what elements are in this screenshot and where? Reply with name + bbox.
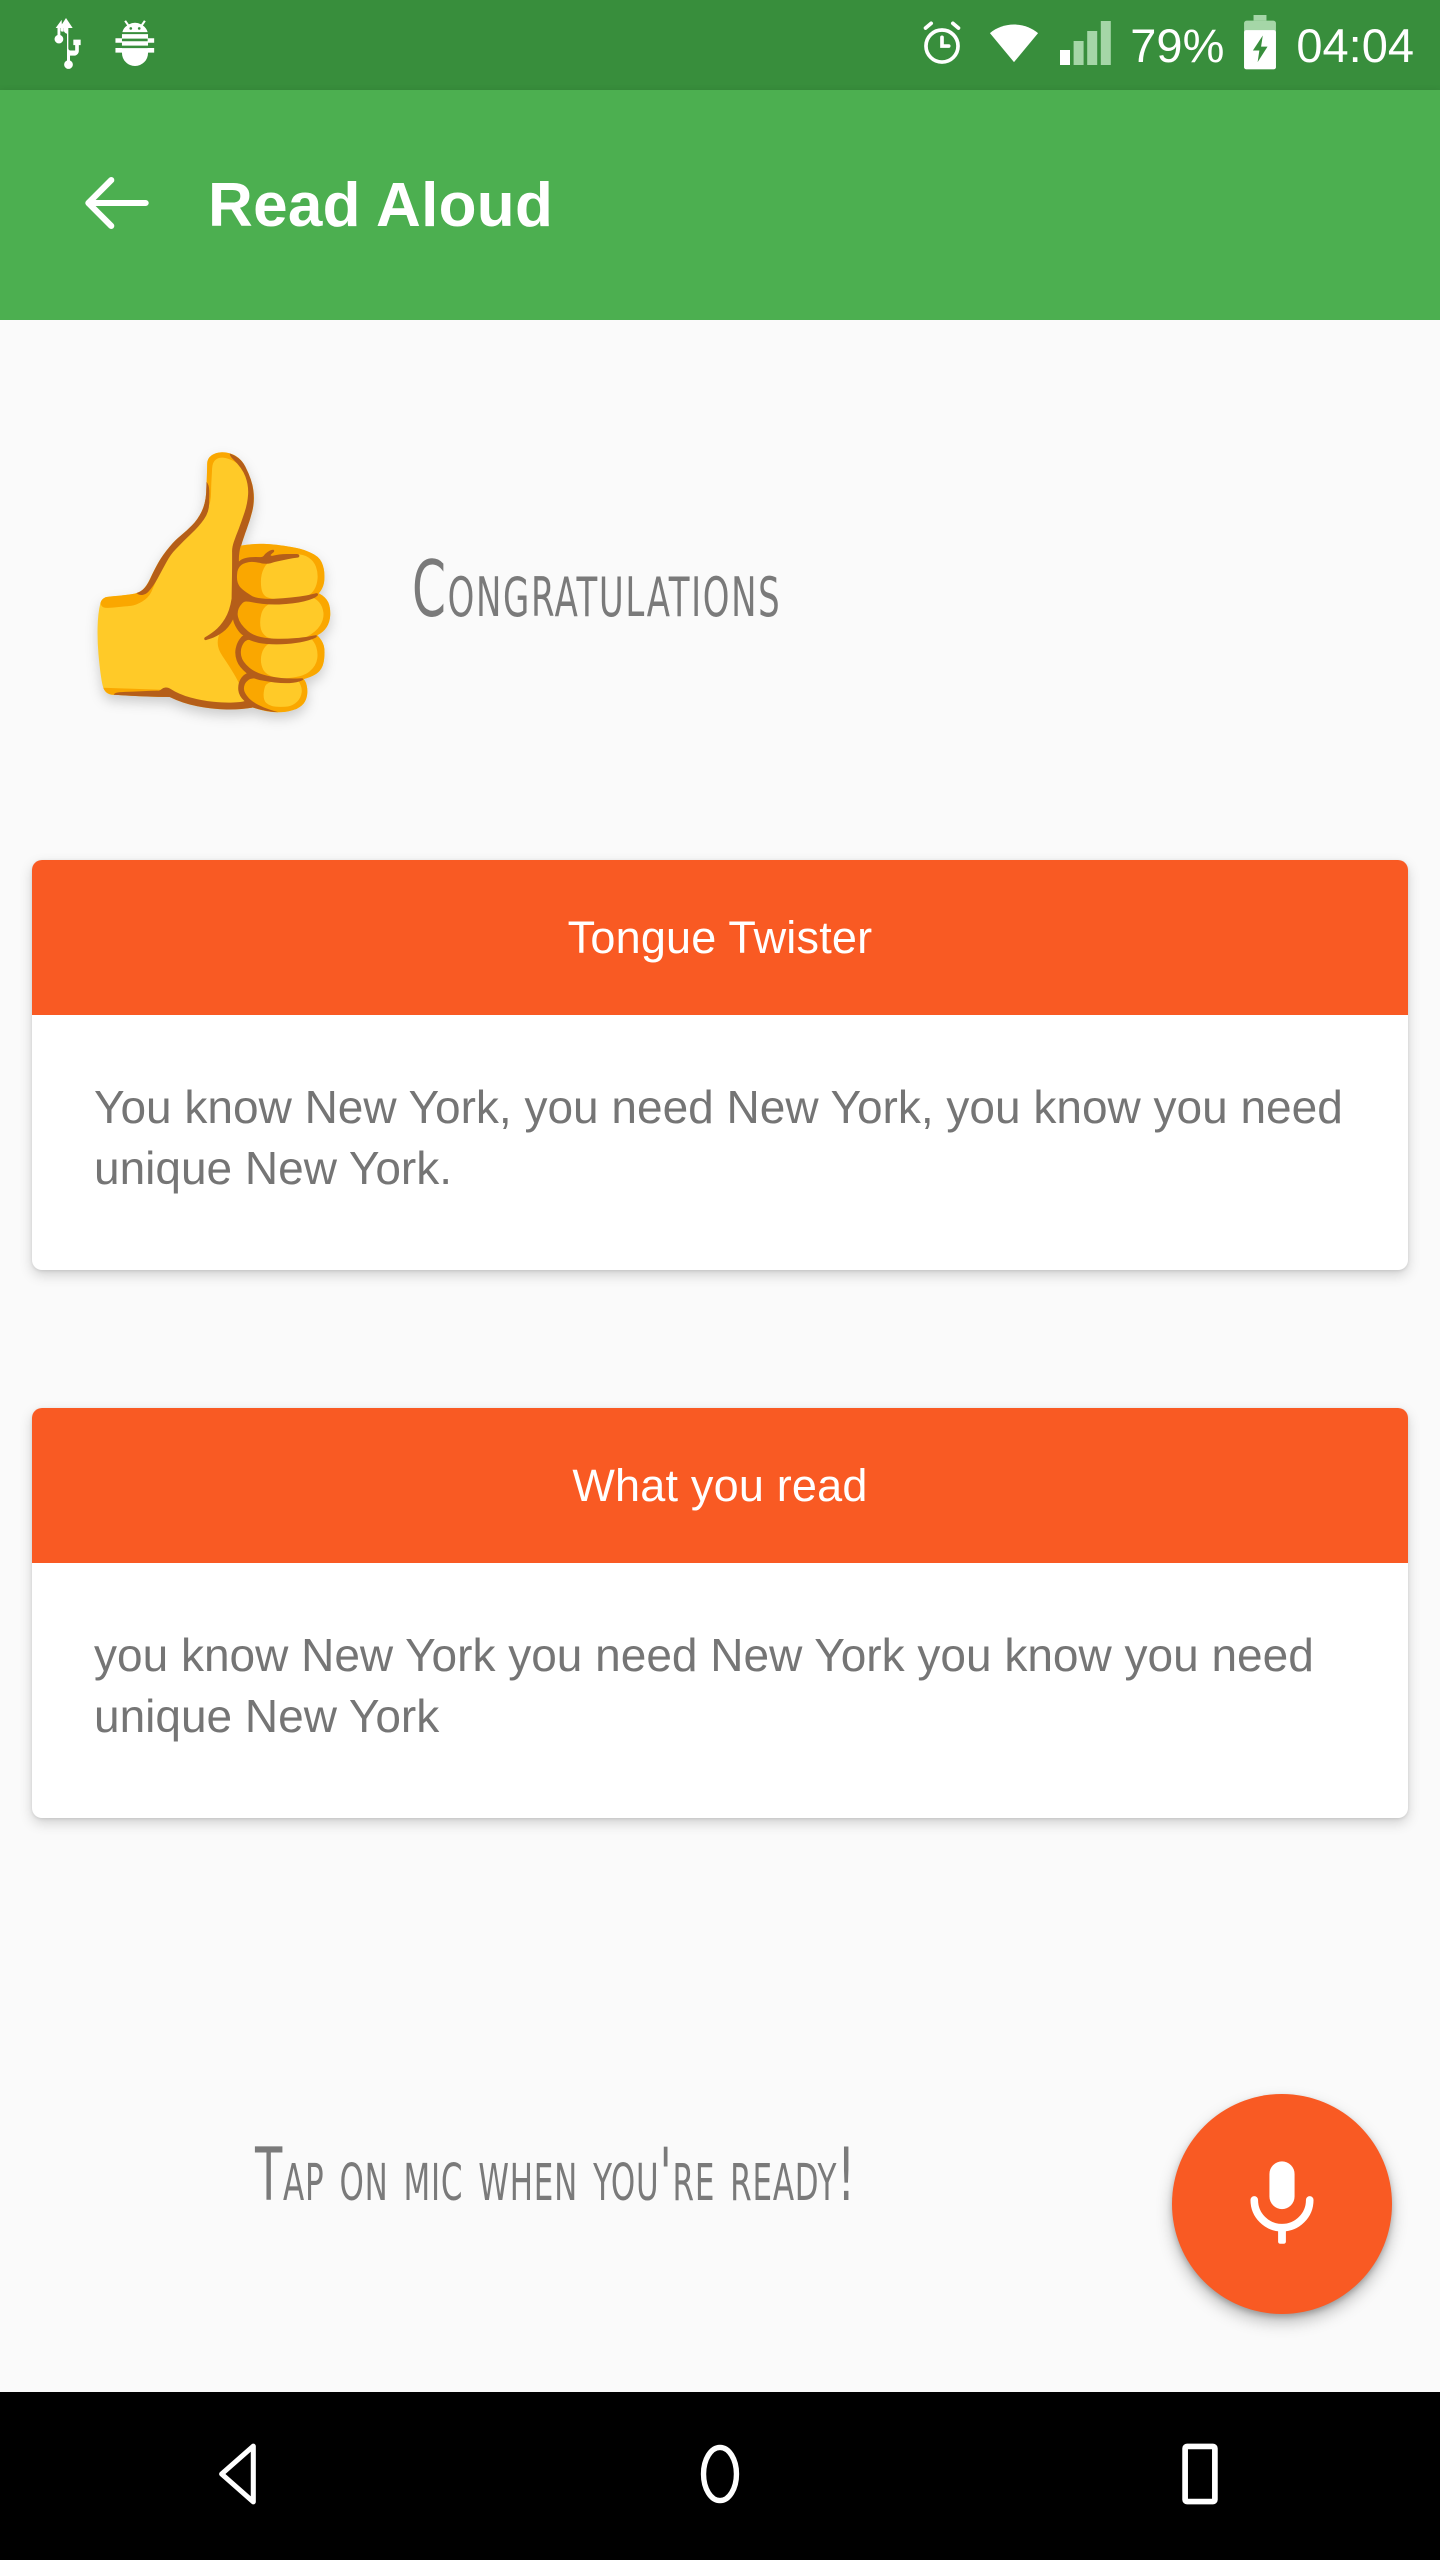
app-bar: Read Aloud [0,90,1440,320]
navigation-home-icon [682,2436,758,2517]
back-button[interactable] [52,140,182,270]
congratulations-headline: Congratulations [412,543,782,635]
android-navigation-bar [0,2392,1440,2560]
what-you-read-text: you know New York you need New York you … [94,1629,1314,1743]
mic-hint-label: Tap on mic when you're ready! [255,2131,856,2218]
tongue-twister-card-body: You know New York, you need New York, yo… [32,1015,1408,1270]
status-bar-left-icons [0,17,158,74]
status-bar-right-icons: 79% 04:04 [916,14,1440,76]
status-bar: 79% 04:04 [0,0,1440,90]
navigation-recents-icon [1162,2436,1238,2517]
thumbs-up-emoji: 👍 [54,440,366,719]
nav-home-button[interactable] [620,2392,820,2560]
cellular-signal-icon [1060,16,1112,75]
usb-icon [46,17,86,74]
battery-charging-icon [1242,14,1278,76]
nav-recents-button[interactable] [1100,2392,1300,2560]
wifi-icon [986,16,1042,75]
congratulations-section: 👍 Congratulations [0,370,1440,790]
what-you-read-card-body: you know New York you need New York you … [32,1563,1408,1818]
mic-button[interactable] [1172,2094,1392,2314]
thumbs-up-emoji-wrapper: 👍 [0,455,420,705]
mic-hint-section: Tap on mic when you're ready! [0,2084,1440,2314]
phone-screen: 79% 04:04 Read Aloud 👍 Congratulations T… [0,0,1440,2560]
tongue-twister-card-header: Tongue Twister [32,860,1408,1015]
content-area: 👍 Congratulations Tongue Twister You kno… [0,320,1440,2392]
tongue-twister-card: Tongue Twister You know New York, you ne… [32,860,1408,1270]
nav-back-button[interactable] [140,2392,340,2560]
page-title: Read Aloud [208,170,554,240]
tongue-twister-text: You know New York, you need New York, yo… [94,1081,1343,1195]
navigation-back-icon [202,2436,278,2517]
microphone-icon [1230,2151,1334,2258]
android-debug-bug-icon [112,17,158,74]
clock-label: 04:04 [1296,18,1414,72]
what-you-read-card-header: What you read [32,1408,1408,1563]
tongue-twister-card-title: Tongue Twister [567,911,873,963]
what-you-read-card-title: What you read [572,1459,868,1511]
battery-percent-label: 79% [1130,18,1225,72]
arrow-back-icon [74,160,160,251]
what-you-read-card: What you read you know New York you need… [32,1408,1408,1818]
alarm-clock-icon [916,16,968,75]
